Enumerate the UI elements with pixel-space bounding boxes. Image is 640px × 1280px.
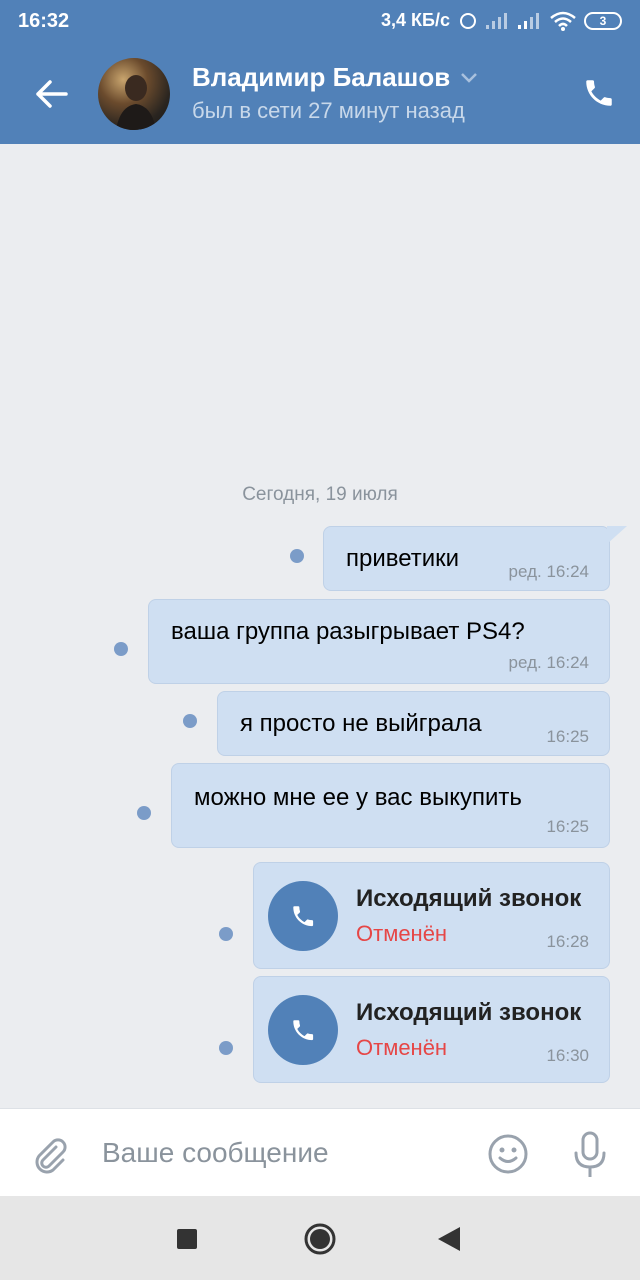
phone-icon	[293, 1020, 314, 1041]
message-composer: Ваше сообщение	[0, 1108, 640, 1196]
status-time: 16:32	[18, 10, 70, 32]
network-speed: 3,4 КБ/с	[381, 10, 450, 30]
message-text: приветики	[346, 545, 460, 572]
message-time: 16:30	[546, 1046, 589, 1065]
date-separator: Сегодня, 19 июля	[242, 484, 398, 505]
message-text: я просто не выйграла	[240, 710, 482, 737]
paperclip-icon[interactable]	[30, 1135, 70, 1175]
message-bubble[interactable]: я просто не выйграла 16:25	[217, 691, 610, 756]
call-circle[interactable]	[268, 995, 338, 1065]
call-title: Исходящий звонок	[356, 999, 582, 1026]
contact-title[interactable]: Владимир Балашов	[192, 62, 478, 93]
message-bubble[interactable]: ваша группа разыгрывает PS4? ред. 16:24	[148, 599, 610, 684]
bubble-tail	[607, 526, 627, 544]
back-triangle-icon[interactable]	[436, 1225, 462, 1253]
message-time: 16:25	[546, 727, 589, 746]
unread-dot	[183, 714, 197, 728]
phone-icon	[293, 906, 314, 927]
smiley-icon[interactable]	[487, 1133, 529, 1175]
sync-icon	[460, 12, 476, 29]
battery-icon: 3	[584, 11, 622, 30]
message-time: 16:28	[546, 932, 589, 951]
message-time: ред. 16:24	[508, 562, 589, 581]
message-time: 16:25	[546, 817, 589, 836]
unread-dot	[114, 642, 128, 656]
message-bubble[interactable]: приветики ред. 16:24	[323, 526, 627, 591]
unread-dot	[219, 1041, 233, 1055]
wifi-icon	[550, 11, 576, 31]
recent-apps-icon[interactable]	[175, 1227, 199, 1251]
unread-dot	[219, 927, 233, 941]
message-bubble[interactable]: можно мне ее у вас выкупить 16:25	[171, 763, 610, 848]
unread-dot	[290, 549, 304, 563]
call-title: Исходящий звонок	[356, 885, 582, 912]
signal-icon	[486, 12, 510, 29]
call-status: Отменён	[356, 1035, 448, 1060]
person-photo-icon	[116, 75, 156, 130]
message-text: можно мне ее у вас выкупить	[194, 784, 522, 811]
call-circle[interactable]	[268, 881, 338, 951]
arrow-left-icon	[36, 80, 68, 108]
status-indicators: 3,4 КБ/с 3	[381, 10, 622, 31]
call-status: Отменён	[356, 921, 448, 946]
message-input[interactable]: Ваше сообщение	[102, 1137, 329, 1169]
message-time: ред. 16:24	[508, 653, 589, 672]
call-message[interactable]: Исходящий звонок Отменён 16:30	[253, 976, 610, 1083]
microphone-icon[interactable]	[572, 1131, 608, 1179]
message-text: ваша группа разыгрывает PS4?	[171, 618, 525, 645]
back-button[interactable]	[28, 76, 72, 112]
last-seen-status: был в сети 27 минут назад	[192, 98, 465, 123]
call-button[interactable]	[582, 76, 616, 110]
status-bar: 16:32 3,4 КБ/с 3	[0, 0, 640, 44]
call-message[interactable]: Исходящий звонок Отменён 16:28	[253, 862, 610, 969]
contact-name: Владимир Балашов	[192, 62, 451, 92]
system-navbar	[0, 1196, 640, 1280]
home-icon[interactable]	[302, 1221, 338, 1257]
chevron-down-icon	[461, 72, 478, 83]
app-header: 16:32 3,4 КБ/с 3 Владимир Балашов был в …	[0, 0, 640, 144]
phone-icon	[586, 80, 612, 106]
unread-dot	[137, 806, 151, 820]
signal-icon	[518, 12, 542, 29]
avatar[interactable]	[98, 58, 170, 130]
